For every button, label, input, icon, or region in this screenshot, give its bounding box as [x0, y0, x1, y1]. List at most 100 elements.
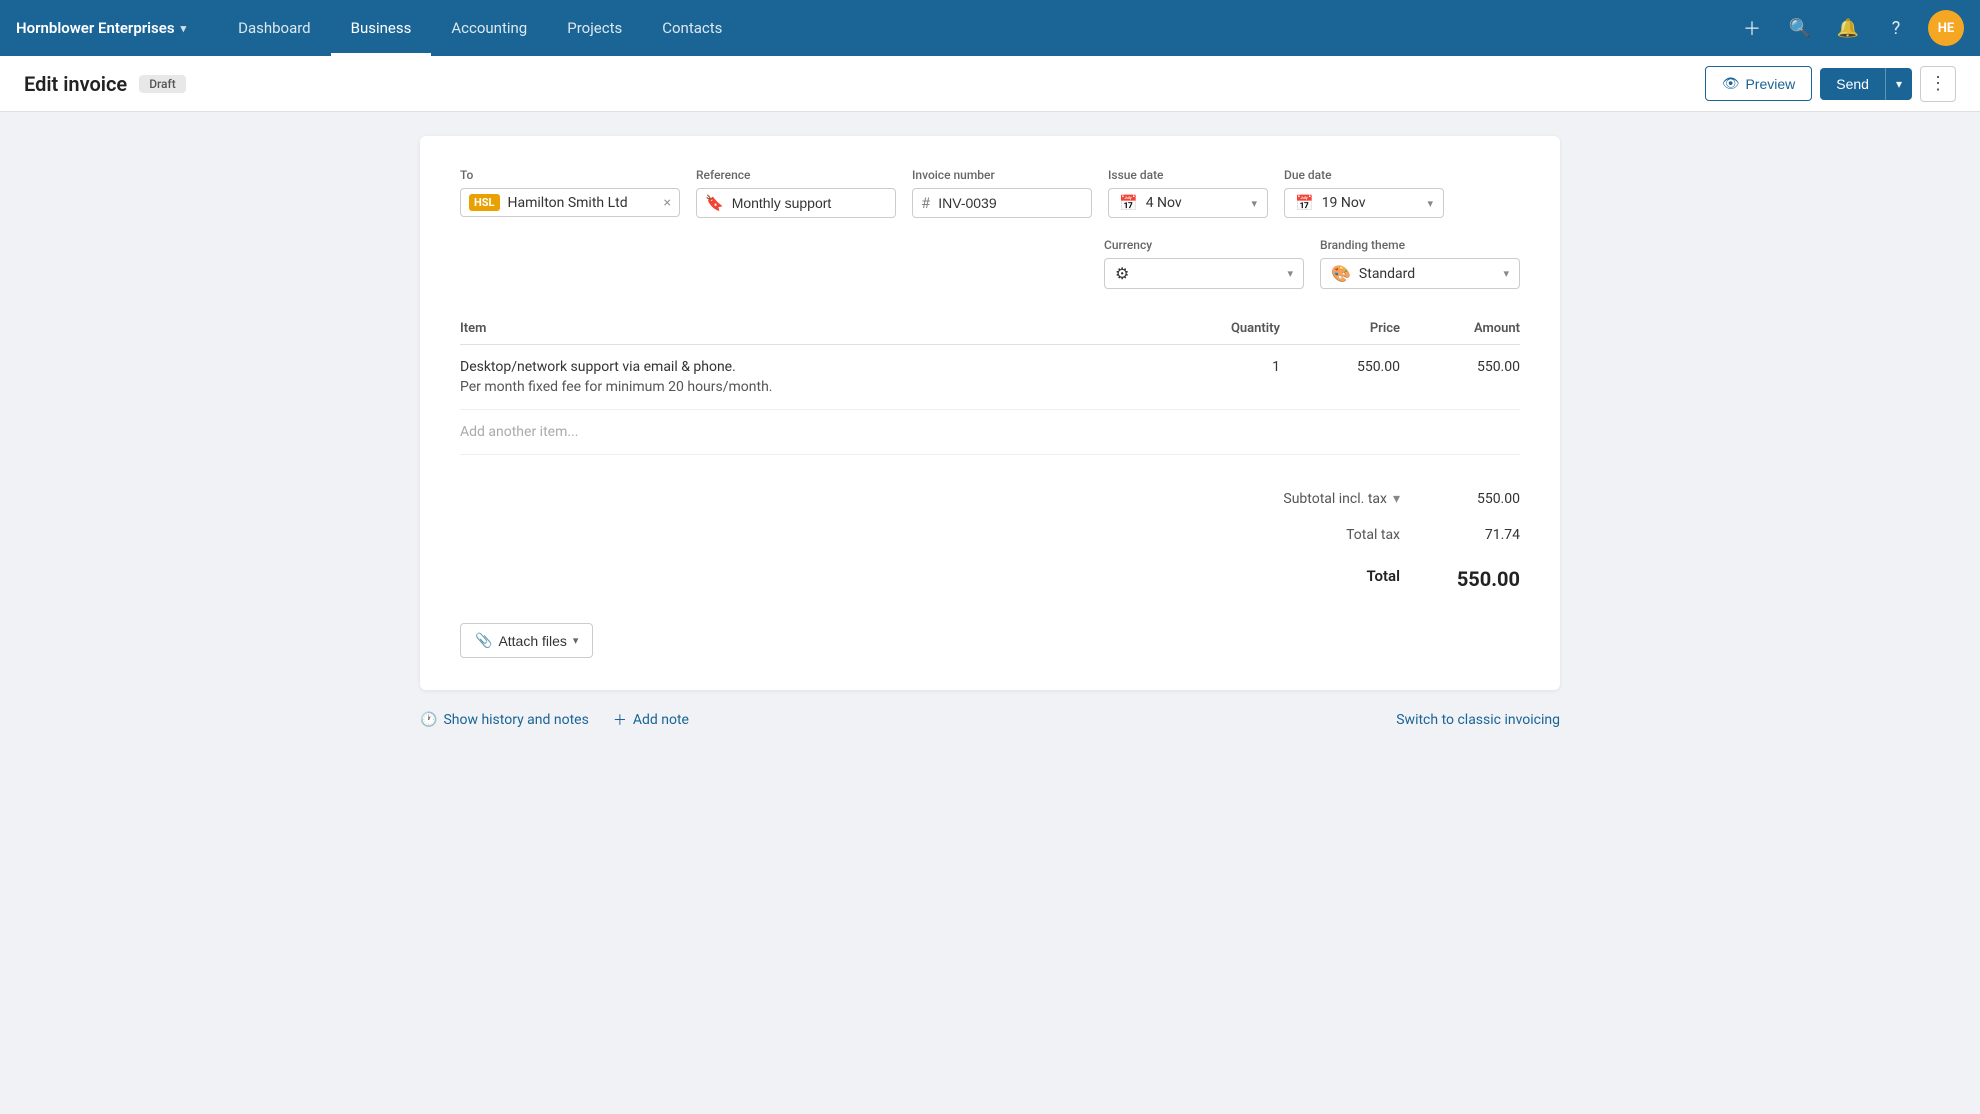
- inv-label: Invoice number: [912, 168, 1092, 182]
- attach-icon: 📎: [475, 632, 492, 649]
- preview-label: Preview: [1745, 76, 1795, 92]
- footer-area: 📎 Attach files ▾: [460, 623, 1520, 658]
- add-item-placeholder[interactable]: Add another item...: [460, 424, 578, 440]
- invoice-card: To HSL Hamilton Smith Ltd × Reference 🔖 …: [420, 136, 1560, 690]
- due-label: Due date: [1284, 168, 1444, 182]
- to-input[interactable]: HSL Hamilton Smith Ltd ×: [460, 188, 680, 217]
- calendar-icon: 📅: [1119, 194, 1138, 212]
- hsl-badge: HSL: [469, 194, 500, 211]
- issue-date-picker[interactable]: 📅 4 Nov ▾: [1108, 188, 1268, 218]
- brand[interactable]: Hornblower Enterprises ▾: [16, 19, 186, 37]
- total-label: Total: [1366, 567, 1400, 591]
- due-date-chevron: ▾: [1427, 197, 1433, 210]
- nav-dashboard[interactable]: Dashboard: [218, 0, 331, 56]
- branding-icon: 🎨: [1331, 264, 1351, 283]
- issue-date-field: Issue date 📅 4 Nov ▾: [1108, 168, 1268, 218]
- attach-label: Attach files: [498, 633, 566, 649]
- line-items: Item Quantity Price Amount Desktop/netwo…: [460, 313, 1520, 455]
- issue-label: Issue date: [1108, 168, 1268, 182]
- tax-label: Total tax: [1346, 527, 1400, 543]
- brand-chevron: ▾: [181, 22, 187, 35]
- nav-business[interactable]: Business: [331, 0, 432, 56]
- search-icon[interactable]: 🔍: [1784, 12, 1816, 44]
- brand-name: Hornblower Enterprises: [16, 19, 175, 37]
- header-actions: 👁 Preview Send ▾ ⋮: [1705, 66, 1956, 102]
- due-date-value: 19 Nov: [1322, 195, 1420, 211]
- history-label: Show history and notes: [443, 712, 588, 728]
- form-row-2: Currency ⚙ ▾ Branding theme 🎨 Standard ▾: [460, 238, 1520, 289]
- sub-header: Edit invoice Draft 👁 Preview Send ▾ ⋮: [0, 56, 1980, 112]
- add-item-row: Add another item...: [460, 410, 1520, 455]
- desc-main: Desktop/network support via email & phon…: [460, 359, 1160, 375]
- to-close-icon[interactable]: ×: [664, 195, 671, 211]
- nav-contacts[interactable]: Contacts: [642, 0, 742, 56]
- tax-row: Total tax 71.74: [460, 523, 1520, 547]
- main-content: To HSL Hamilton Smith Ltd × Reference 🔖 …: [0, 112, 1980, 1114]
- send-dropdown-button[interactable]: ▾: [1885, 68, 1912, 100]
- branding-label: Branding theme: [1320, 238, 1520, 252]
- nav-projects[interactable]: Projects: [547, 0, 642, 56]
- subtotal-row: Subtotal incl. tax ▾ 550.00: [460, 487, 1520, 511]
- ref-input-wrapper: 🔖: [696, 188, 896, 218]
- currency-picker[interactable]: ⚙ ▾: [1104, 258, 1304, 289]
- col-amount-header: Amount: [1400, 321, 1520, 336]
- to-field: To HSL Hamilton Smith Ltd ×: [460, 168, 680, 217]
- avatar[interactable]: HE: [1928, 10, 1964, 46]
- ref-field: Reference 🔖: [696, 168, 896, 218]
- line-items-header: Item Quantity Price Amount: [460, 313, 1520, 345]
- table-row: Desktop/network support via email & phon…: [460, 345, 1520, 410]
- history-icon: 🕐: [420, 712, 437, 728]
- desc-sub: Per month fixed fee for minimum 20 hours…: [460, 379, 1160, 395]
- totals-section: Subtotal incl. tax ▾ 550.00 Total tax 71…: [460, 487, 1520, 591]
- notification-icon[interactable]: 🔔: [1832, 12, 1864, 44]
- history-link[interactable]: 🕐 Show history and notes: [420, 712, 589, 728]
- subtotal-dropdown-icon[interactable]: ▾: [1393, 491, 1400, 507]
- inv-num-input[interactable]: [938, 195, 1119, 211]
- total-row: Total 550.00: [460, 559, 1520, 591]
- inv-num-wrapper: #: [912, 188, 1092, 218]
- bottom-bar: 🕐 Show history and notes ＋ Add note Swit…: [420, 710, 1560, 730]
- nav-links: Dashboard Business Accounting Projects C…: [218, 0, 1736, 56]
- col-item-header: Item: [460, 321, 1160, 336]
- help-icon[interactable]: ?: [1880, 12, 1912, 44]
- classic-invoicing-link[interactable]: Switch to classic invoicing: [1396, 712, 1560, 728]
- ref-label: Reference: [696, 168, 896, 182]
- bookmark-icon: 🔖: [705, 194, 724, 212]
- nav-right: ＋ 🔍 🔔 ? HE: [1736, 10, 1964, 46]
- hash-icon: #: [921, 194, 930, 212]
- currency-label: Currency: [1104, 238, 1304, 252]
- draft-badge: Draft: [139, 75, 186, 93]
- ref-input[interactable]: [732, 195, 913, 211]
- branding-picker[interactable]: 🎨 Standard ▾: [1320, 258, 1520, 289]
- form-row-1: To HSL Hamilton Smith Ltd × Reference 🔖 …: [460, 168, 1520, 218]
- send-button[interactable]: Send: [1820, 68, 1885, 100]
- issue-date-chevron: ▾: [1251, 197, 1257, 210]
- branding-chevron: ▾: [1503, 267, 1509, 280]
- issue-date-value: 4 Nov: [1146, 195, 1244, 211]
- to-value: Hamilton Smith Ltd: [508, 195, 656, 211]
- subtotal-label: Subtotal incl. tax ▾: [1283, 491, 1400, 507]
- page-title: Edit invoice: [24, 72, 127, 96]
- due-date-field: Due date 📅 19 Nov ▾: [1284, 168, 1444, 218]
- line-item-qty[interactable]: 1: [1160, 359, 1280, 375]
- subtotal-value: 550.00: [1440, 491, 1520, 507]
- col-qty-header: Quantity: [1160, 321, 1280, 336]
- calendar-icon-due: 📅: [1295, 194, 1314, 212]
- line-item-price[interactable]: 550.00: [1280, 359, 1400, 375]
- currency-chevron: ▾: [1287, 267, 1293, 280]
- branding-field: Branding theme 🎨 Standard ▾: [1320, 238, 1520, 289]
- eye-icon: 👁: [1722, 75, 1740, 92]
- more-button[interactable]: ⋮: [1920, 66, 1956, 102]
- add-note-link[interactable]: ＋ Add note: [613, 710, 689, 730]
- add-icon[interactable]: ＋: [1736, 12, 1768, 44]
- send-button-group: Send ▾: [1820, 68, 1912, 100]
- preview-button[interactable]: 👁 Preview: [1705, 66, 1813, 101]
- total-value: 550.00: [1440, 567, 1520, 591]
- line-item-amount: 550.00: [1400, 359, 1520, 375]
- line-item-desc[interactable]: Desktop/network support via email & phon…: [460, 359, 1160, 395]
- due-date-picker[interactable]: 📅 19 Nov ▾: [1284, 188, 1444, 218]
- add-note-label: Add note: [633, 712, 689, 728]
- nav-accounting[interactable]: Accounting: [431, 0, 547, 56]
- to-label: To: [460, 168, 680, 182]
- attach-files-button[interactable]: 📎 Attach files ▾: [460, 623, 593, 658]
